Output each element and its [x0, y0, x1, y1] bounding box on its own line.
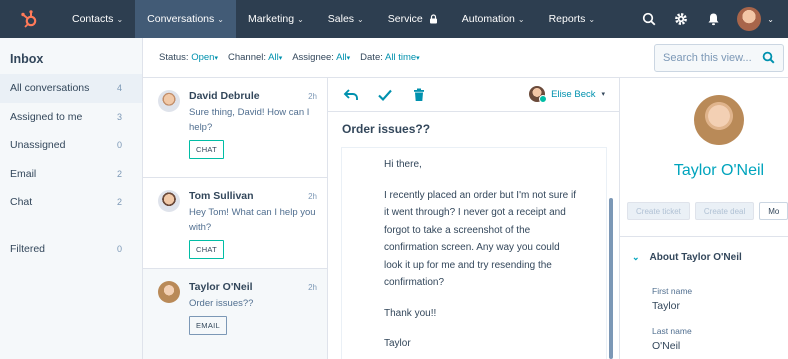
- user-avatar: [737, 7, 762, 31]
- date-filter[interactable]: Date: All time▾: [360, 52, 420, 63]
- nav-sales[interactable]: Sales ⌄: [316, 0, 376, 38]
- last-name-value[interactable]: O'Neil: [652, 340, 680, 352]
- chevron-down-icon: ⌄: [357, 14, 364, 24]
- avatar: [158, 190, 180, 212]
- contact-sidebar: Taylor O'Neil Create ticket Create deal …: [620, 78, 788, 359]
- chevron-down-icon: ⌄: [517, 14, 525, 24]
- count-badge: 0: [116, 243, 122, 254]
- channel-tag: CHAT: [189, 140, 225, 159]
- about-section-toggle[interactable]: ⌄ About Taylor O'Neil: [632, 252, 742, 263]
- nav-utilities: ⌄: [633, 0, 788, 38]
- status-filter[interactable]: Status: Open▾: [159, 52, 218, 63]
- nav-conversations[interactable]: Conversations ⌄: [135, 0, 236, 38]
- email-message: Hi there, I recently placed an order but…: [342, 148, 606, 359]
- sidebar-item-chat[interactable]: Chat 2: [0, 188, 142, 217]
- nav-marketing[interactable]: Marketing ⌄: [236, 0, 316, 38]
- divider: [620, 236, 788, 237]
- scrollbar[interactable]: [609, 198, 613, 359]
- message-greeting: Hi there,: [384, 159, 422, 170]
- nav-contacts[interactable]: Contacts ⌄: [60, 0, 135, 38]
- nav-reports[interactable]: Reports ⌄: [537, 0, 607, 38]
- caret-down-icon: ▾: [278, 55, 283, 62]
- count-badge: 2: [116, 197, 122, 208]
- more-button[interactable]: Mo: [759, 202, 788, 220]
- count-badge: 3: [116, 111, 122, 122]
- checkmark-icon[interactable]: [376, 86, 394, 104]
- thread-subject: Order issues??: [342, 122, 431, 136]
- sidebar-item-assigned-to-me[interactable]: Assigned to me 3: [0, 103, 142, 132]
- search-input[interactable]: Search this view...: [654, 44, 784, 72]
- top-navigation-bar: Contacts ⌄ Conversations ⌄ Marketing ⌄ Sale…: [0, 0, 788, 38]
- avatar: [529, 86, 548, 103]
- count-badge: 0: [116, 140, 122, 151]
- sidebar-title: Inbox: [10, 52, 44, 66]
- hubspot-logo[interactable]: [0, 0, 60, 38]
- caret-down-icon: ▾: [416, 55, 420, 62]
- contact-name[interactable]: Taylor O'Neil: [620, 162, 788, 180]
- last-name-label: Last name: [652, 326, 692, 336]
- avatar: [158, 90, 180, 112]
- message-body: I recently placed an order but I'm not s…: [384, 189, 577, 289]
- search-icon[interactable]: [762, 51, 775, 64]
- count-badge: 2: [116, 168, 122, 179]
- sidebar-item-filtered[interactable]: Filtered 0: [0, 235, 142, 264]
- search-icon[interactable]: [633, 0, 665, 38]
- lock-icon: [429, 14, 437, 24]
- inbox-sidebar: Inbox All conversations 4 Assigned to me 3…: [0, 38, 143, 359]
- reply-icon[interactable]: [342, 86, 360, 104]
- bell-icon[interactable]: [697, 0, 729, 38]
- chevron-down-icon: ⌄: [217, 14, 224, 24]
- contact-actions: Create ticket Create deal Mo: [627, 202, 788, 220]
- chevron-down-icon: ⌄: [297, 14, 304, 24]
- nav-service[interactable]: Service: [376, 0, 450, 38]
- caret-down-icon: ▾: [346, 55, 351, 62]
- list-item[interactable]: David Debrule 2h Sure thing, David! How …: [143, 78, 327, 178]
- thread-toolbar: Elise Beck ▾: [328, 78, 619, 112]
- chevron-down-icon: ⌄: [588, 14, 596, 24]
- account-menu[interactable]: ⌄: [729, 7, 788, 31]
- first-name-label: First name: [652, 286, 693, 296]
- contact-avatar: [694, 95, 744, 145]
- channel-filter[interactable]: Channel: All▾: [228, 52, 282, 63]
- list-item[interactable]: Taylor O'Neil 2h Order issues?? EMAIL: [143, 269, 327, 359]
- create-ticket-button[interactable]: Create ticket: [627, 202, 690, 220]
- caret-down-icon: ▾: [601, 91, 605, 98]
- caret-down-icon: ▾: [214, 55, 218, 62]
- gear-icon[interactable]: [665, 0, 697, 38]
- conversation-thread: Elise Beck ▾ Order issues?? Hi there, I …: [328, 78, 620, 359]
- avatar: [158, 281, 180, 303]
- channel-tag: EMAIL: [189, 316, 228, 335]
- hubspot-sprocket-icon: [21, 10, 37, 28]
- message-signoff: Taylor: [384, 338, 411, 349]
- chevron-down-icon: ⌄: [116, 14, 124, 24]
- count-badge: 4: [116, 83, 122, 94]
- chevron-down-icon: ⌄: [632, 252, 640, 262]
- list-item[interactable]: Tom Sullivan 2h Hey Tom! What can I help…: [143, 178, 327, 269]
- create-deal-button[interactable]: Create deal: [694, 202, 755, 220]
- message-thanks: Thank you!!: [384, 307, 437, 319]
- conversation-list: David Debrule 2h Sure thing, David! How …: [143, 78, 328, 359]
- trash-icon[interactable]: [410, 86, 428, 104]
- channel-tag: CHAT: [189, 240, 225, 259]
- first-name-value[interactable]: Taylor: [652, 300, 680, 312]
- sidebar-item-email[interactable]: Email 2: [0, 160, 142, 189]
- assignee-dropdown[interactable]: Elise Beck ▾: [529, 86, 605, 103]
- chevron-down-icon: ⌄: [767, 14, 774, 24]
- sidebar-item-all-conversations[interactable]: All conversations 4: [0, 74, 142, 103]
- assignee-filter[interactable]: Assignee: All▾: [292, 52, 350, 63]
- filter-bar: Status: Open▾ Channel: All▾ Assignee: Al…: [143, 38, 788, 78]
- sidebar-item-unassigned[interactable]: Unassigned 0: [0, 131, 142, 160]
- nav-automation[interactable]: Automation ⌄: [450, 0, 537, 38]
